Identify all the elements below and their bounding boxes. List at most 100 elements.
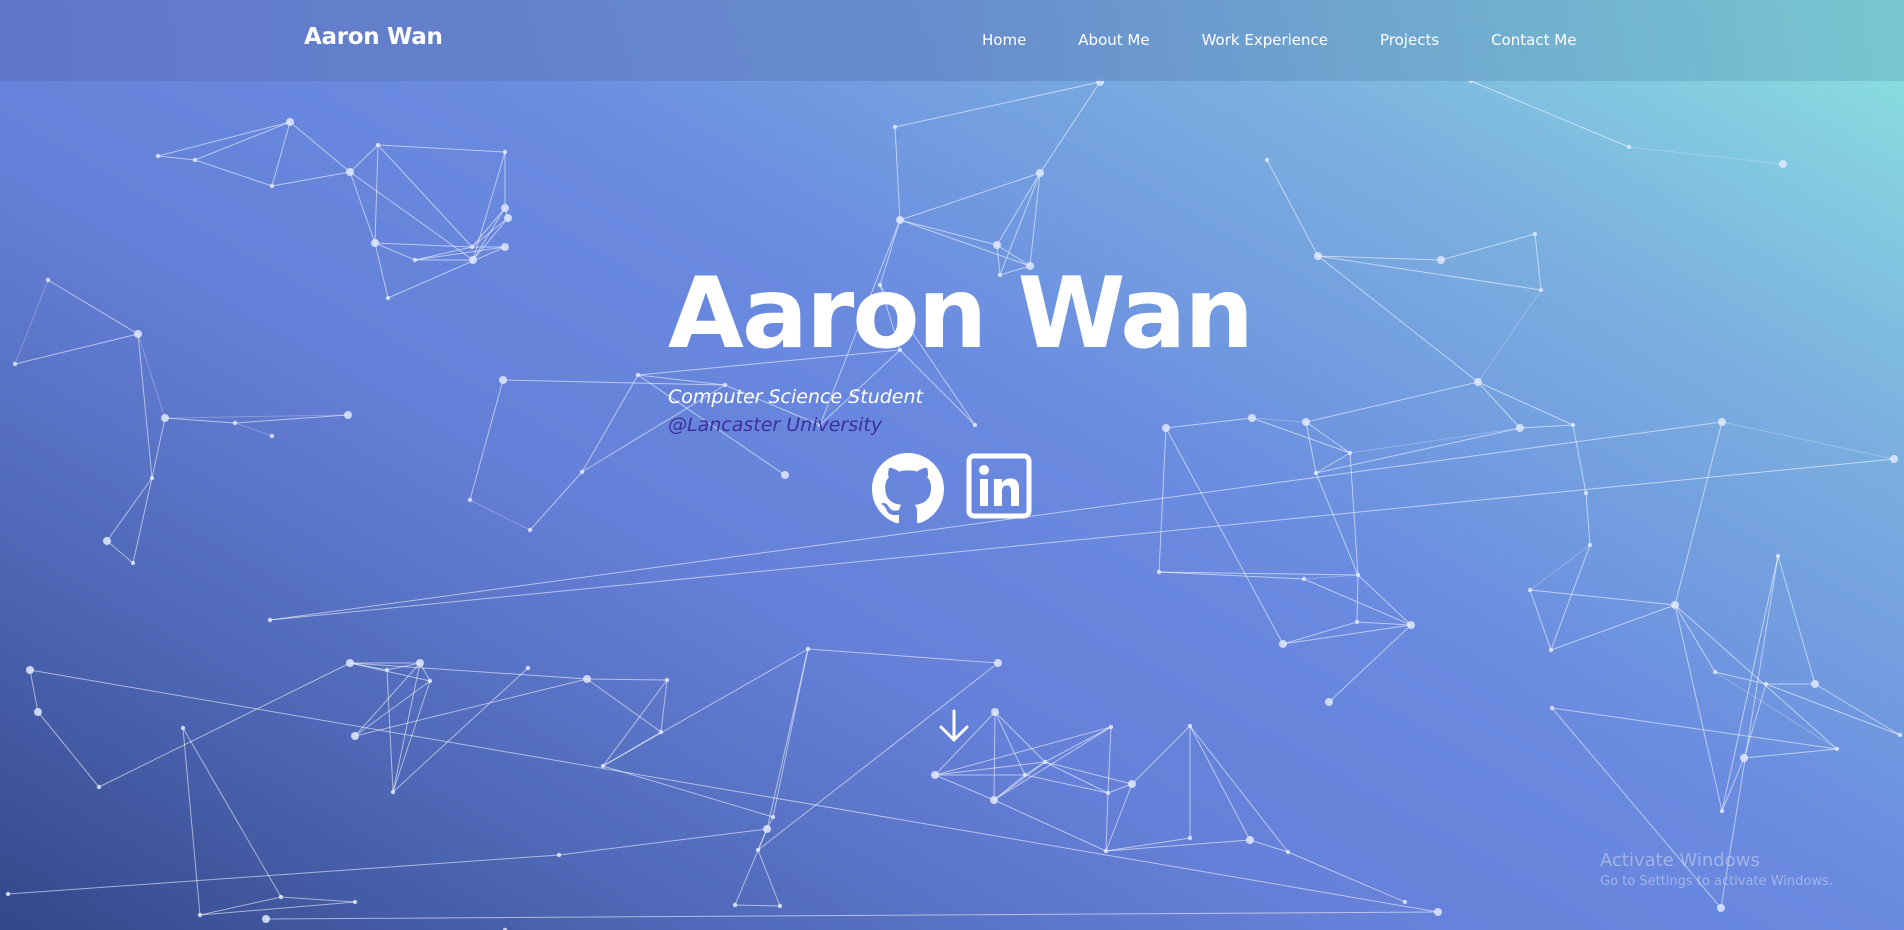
network-node — [267, 617, 273, 623]
network-link — [1024, 774, 1109, 794]
network-link — [1551, 707, 1838, 750]
network-link — [1674, 604, 1723, 812]
linkedin-link[interactable] — [966, 453, 1038, 525]
network-node — [777, 903, 783, 909]
network-link — [994, 711, 1046, 763]
network-link — [374, 242, 389, 299]
network-node — [1407, 621, 1415, 629]
network-node — [192, 157, 198, 163]
network-node — [103, 537, 111, 545]
network-node — [1285, 849, 1291, 855]
brand-logo-link[interactable]: Aaron Wan — [304, 24, 443, 50]
network-link — [182, 727, 201, 916]
network-node — [1583, 490, 1589, 496]
network-link — [1674, 421, 1723, 606]
network-node — [1246, 836, 1254, 844]
network-link — [1303, 574, 1359, 580]
network-link — [354, 678, 588, 737]
network-node — [26, 666, 34, 674]
network-node — [1626, 144, 1632, 150]
watermark-subtitle: Go to Settings to activate Windows. — [1600, 874, 1833, 889]
network-node — [1108, 724, 1114, 730]
network-node — [1718, 418, 1726, 426]
network-link — [271, 121, 291, 187]
network-link — [899, 219, 998, 246]
network-link — [1721, 421, 1895, 460]
network-node — [1036, 169, 1044, 177]
network-node — [990, 796, 998, 804]
network-node — [1437, 256, 1445, 264]
network-link — [1317, 255, 1542, 291]
network-link — [1317, 255, 1442, 261]
network-link — [1529, 589, 1676, 606]
scroll-down-button[interactable] — [934, 707, 974, 747]
network-node — [262, 915, 270, 923]
network-node — [1811, 680, 1819, 688]
nav-link-work-experience[interactable]: Work Experience — [1202, 31, 1328, 49]
network-link — [349, 171, 474, 261]
network-link — [1282, 624, 1412, 645]
network-node — [527, 527, 533, 533]
nav-link-home[interactable]: Home — [982, 31, 1026, 49]
nav-link-projects[interactable]: Projects — [1380, 31, 1439, 49]
network-node — [1775, 553, 1781, 559]
network-node — [1532, 231, 1538, 237]
network-link — [586, 678, 662, 733]
network-link — [194, 159, 273, 187]
network-link — [1572, 424, 1587, 494]
network-node — [286, 118, 294, 126]
github-link[interactable] — [872, 453, 944, 525]
network-link — [586, 678, 668, 681]
network-link — [1585, 492, 1591, 546]
network-node — [732, 902, 738, 908]
network-node — [1314, 252, 1322, 260]
linkedin-icon — [966, 453, 1032, 519]
network-link — [1317, 255, 1479, 383]
network-node — [1325, 698, 1333, 706]
network-link — [1189, 725, 1289, 853]
nav-link-about-me[interactable]: About Me — [1078, 31, 1149, 49]
network-link — [414, 246, 506, 261]
network-node — [1022, 772, 1028, 778]
network-link — [374, 144, 379, 244]
network-link — [1477, 381, 1521, 429]
network-node — [375, 142, 381, 148]
network-link — [374, 242, 416, 261]
network-node — [269, 183, 275, 189]
network-node — [155, 153, 161, 159]
network-link — [994, 711, 1026, 776]
network-link — [472, 207, 506, 261]
network-node — [781, 471, 789, 479]
network-link — [602, 648, 809, 767]
network-node — [1355, 572, 1361, 578]
network-node — [1347, 450, 1353, 456]
network-link — [1765, 683, 1901, 736]
network-link — [993, 799, 1107, 852]
network-node — [501, 204, 509, 212]
network-node — [1740, 754, 1748, 762]
nav-link-contact-me[interactable]: Contact Me — [1491, 31, 1576, 49]
network-link — [199, 896, 282, 916]
network-node — [1538, 287, 1544, 293]
network-node — [1587, 542, 1593, 548]
network-node — [556, 852, 562, 858]
network-link — [1743, 748, 1838, 759]
network-node — [1719, 808, 1725, 814]
network-link — [1470, 80, 1630, 148]
network-link — [234, 422, 273, 437]
network-node — [34, 708, 42, 716]
network-link — [1519, 424, 1574, 429]
network-node — [931, 771, 939, 779]
network-node — [763, 825, 771, 833]
network-node — [427, 678, 433, 684]
network-node — [1712, 669, 1718, 675]
network-link — [280, 896, 356, 903]
network-node — [583, 675, 591, 683]
network-link — [1550, 544, 1591, 651]
network-node — [469, 256, 477, 264]
network-node — [579, 469, 585, 475]
network-link — [1356, 574, 1359, 623]
network-node — [278, 894, 284, 900]
network-node — [1128, 780, 1136, 788]
network-link — [157, 155, 196, 161]
